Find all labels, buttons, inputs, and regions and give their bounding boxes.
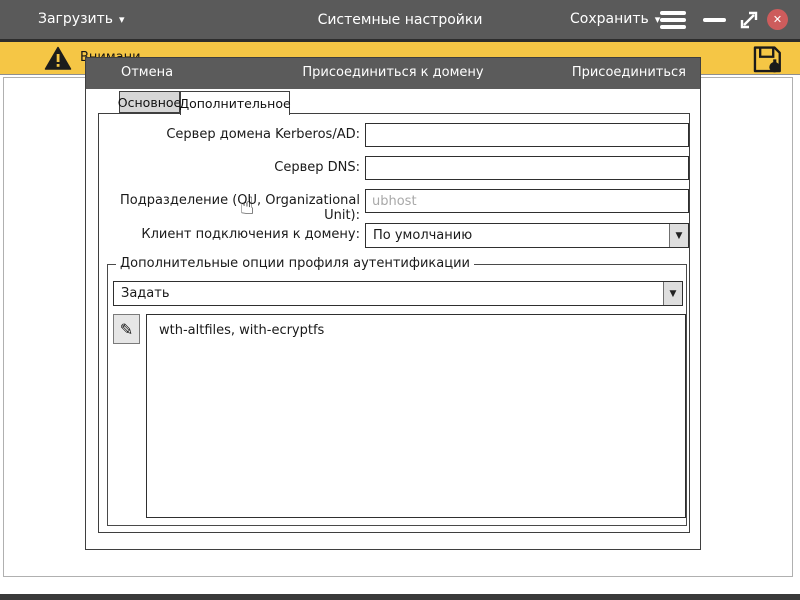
auth-options-textarea[interactable]: wth-altfiles, with-ecryptfs [146, 314, 686, 518]
titlebar: Загрузить ▾ Системные настройки Сохранить… [0, 0, 800, 42]
advanced-tab-panel: Сервер домена Kerberos/AD: Сервер DNS: П… [98, 113, 690, 533]
hand-cursor-icon: ☝ [240, 192, 255, 220]
chevron-down-icon[interactable]: ▼ [669, 224, 688, 247]
window-bottom-edge [0, 594, 800, 600]
auth-options-mode-select[interactable]: Задать ▼ [113, 281, 683, 306]
domain-client-value: По умолчанию [373, 228, 473, 243]
close-icon: ✕ [772, 13, 783, 26]
save-changes-button[interactable] [752, 45, 784, 79]
edit-options-button[interactable]: ✎ [113, 314, 140, 344]
expand-icon [740, 11, 758, 29]
auth-options-group-label: Дополнительные опции профиля аутентифика… [116, 256, 474, 271]
domain-client-select[interactable]: По умолчанию ▼ [365, 223, 689, 248]
close-button[interactable]: ✕ [767, 9, 788, 30]
tab-advanced[interactable]: Дополнительное [179, 91, 291, 115]
save-menu-button[interactable]: Сохранить ▾ [570, 11, 660, 27]
menu-button[interactable] [660, 11, 686, 29]
hamburger-icon [660, 11, 686, 15]
warning-icon [44, 46, 72, 75]
dns-server-label: Сервер DNS: [274, 160, 360, 175]
dns-server-input[interactable] [365, 156, 689, 180]
join-domain-dialog: Отмена Присоединиться к домену Присоедин… [85, 57, 701, 550]
dialog-join-button[interactable]: Присоединиться [572, 65, 686, 80]
auth-options-groupbox: Дополнительные опции профиля аутентифика… [107, 256, 687, 526]
minimize-button[interactable] [703, 18, 726, 22]
kerberos-server-label: Сервер домена Kerberos/AD: [166, 127, 360, 142]
pencil-icon: ✎ [119, 319, 134, 339]
save-menu-label: Сохранить [570, 11, 649, 27]
domain-client-label: Клиент подключения к домену: [141, 227, 360, 242]
kerberos-server-input[interactable] [365, 123, 689, 147]
tab-basic[interactable]: Основное [118, 91, 181, 113]
dialog-header: Отмена Присоединиться к домену Присоедин… [86, 58, 700, 89]
screen: Загрузить ▾ Системные настройки Сохранить… [0, 0, 800, 600]
ou-label: Подразделение (OU, Organizational Unit): [120, 193, 360, 223]
floppy-save-icon [753, 46, 781, 73]
auth-options-mode-value: Задать [121, 286, 170, 301]
ou-input[interactable] [365, 189, 689, 213]
fullscreen-button[interactable] [738, 9, 760, 35]
chevron-down-icon[interactable]: ▼ [663, 282, 682, 305]
